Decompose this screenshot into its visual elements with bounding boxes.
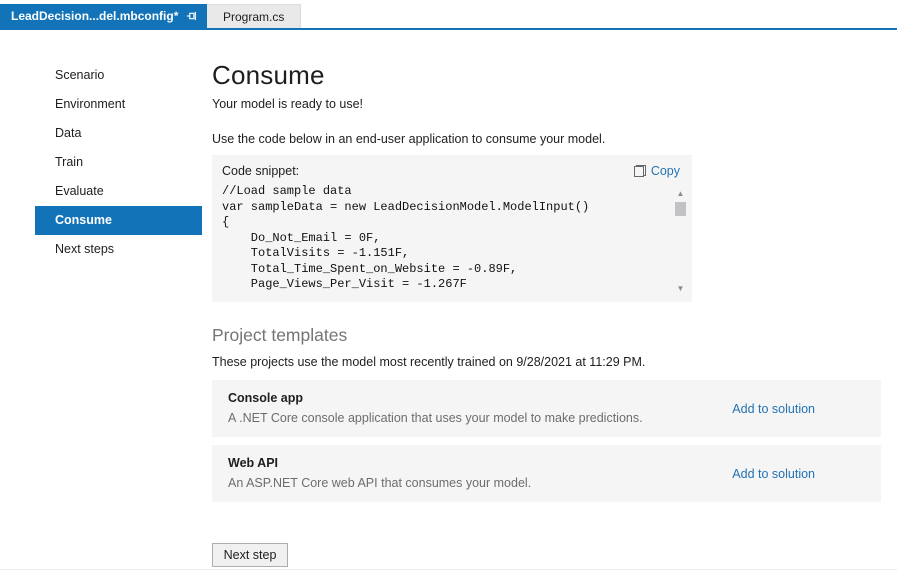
sidebar-item-scenario[interactable]: Scenario	[35, 61, 202, 90]
trained-note: These projects use the model most recent…	[212, 355, 646, 369]
project-templates-heading: Project templates	[212, 325, 348, 345]
code-line: Page_Views_Per_Visit = -1.267F	[222, 277, 467, 291]
sidebar-item-evaluate[interactable]: Evaluate	[35, 177, 202, 206]
code-scrollbar[interactable]: ▲ ▼	[674, 189, 687, 294]
consume-page: Consume Your model is ready to use! Use …	[212, 50, 881, 567]
tab-mbconfig[interactable]: LeadDecision...del.mbconfig* ✕	[0, 4, 217, 28]
tab-label: Program.cs	[223, 9, 285, 24]
copy-button[interactable]: Copy	[633, 164, 680, 178]
active-tab-underline	[0, 28, 897, 30]
code-line: {	[222, 215, 230, 229]
template-card-web-api: Web API An ASP.NET Core web API that con…	[212, 445, 881, 502]
sidebar-item-environment[interactable]: Environment	[35, 90, 202, 119]
sidebar-item-train[interactable]: Train	[35, 148, 202, 177]
code-snippet-label: Code snippet:	[222, 164, 300, 178]
copy-button-label: Copy	[650, 164, 680, 178]
code-line: Do_Not_Email = 0F,	[222, 230, 381, 245]
next-step-button[interactable]: Next step	[212, 543, 288, 567]
scroll-thumb[interactable]	[675, 202, 686, 216]
sidebar-nav: Scenario Environment Data Train Evaluate…	[0, 61, 202, 264]
model-builder-window: LeadDecision...del.mbconfig* ✕ Program.c…	[0, 0, 897, 570]
scroll-down-icon[interactable]: ▼	[677, 284, 685, 294]
page-subtitle: Your model is ready to use!	[212, 97, 364, 111]
add-to-solution-link-webapi[interactable]: Add to solution	[732, 467, 815, 481]
code-line: var sampleData = new LeadDecisionModel.M…	[222, 199, 590, 214]
scroll-up-icon[interactable]: ▲	[677, 189, 685, 199]
code-snippet[interactable]: //Load sample data var sampleData = new L…	[222, 184, 692, 293]
sidebar-item-data[interactable]: Data	[35, 119, 202, 148]
document-tab-bar: LeadDecision...del.mbconfig* ✕ Program.c…	[0, 4, 897, 28]
sidebar-item-consume[interactable]: Consume	[35, 206, 202, 235]
add-to-solution-link-console[interactable]: Add to solution	[732, 402, 815, 416]
pin-icon[interactable]	[186, 10, 198, 22]
copy-icon	[633, 165, 646, 177]
code-line: Total_Time_Spent_on_Website = -0.89F,	[222, 261, 518, 276]
page-title: Consume	[212, 60, 325, 90]
tab-program-cs[interactable]: Program.cs	[207, 4, 302, 28]
code-snippet-panel: Code snippet: Copy //Load sample data var…	[212, 155, 692, 302]
sidebar-item-next-steps[interactable]: Next steps	[35, 235, 202, 264]
code-line: //Load sample data	[222, 184, 352, 198]
template-card-console-app: Console app A .NET Core console applicat…	[212, 380, 881, 437]
consume-instruction: Use the code below in an end-user applic…	[212, 132, 606, 146]
code-panel-header: Code snippet: Copy	[212, 155, 692, 178]
tab-label: LeadDecision...del.mbconfig*	[11, 9, 179, 23]
code-line: TotalVisits = -1.151F,	[222, 246, 410, 260]
